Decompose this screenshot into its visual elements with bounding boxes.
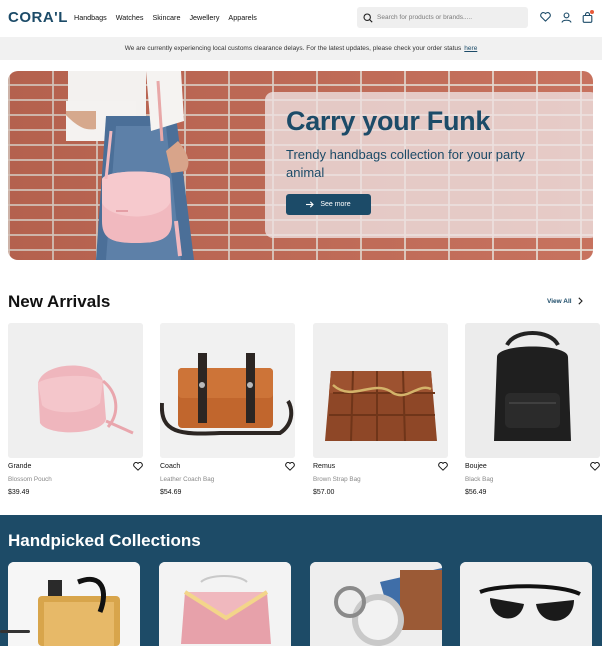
view-all-link[interactable]: View All xyxy=(547,297,583,305)
brand-logo[interactable]: CORA'L xyxy=(8,9,68,26)
carousel-scroll-indicator[interactable] xyxy=(0,630,30,633)
pink-clutch-image xyxy=(159,562,291,646)
account-button[interactable] xyxy=(560,11,572,23)
product-price: $56.49 xyxy=(465,489,487,496)
hero-banner: Carry your Funk Trendy handbags collecti… xyxy=(8,71,593,260)
product-description: Black Bag xyxy=(465,476,494,483)
product-description: Blossom Pouch xyxy=(8,476,52,483)
wishlist-button[interactable] xyxy=(539,11,551,23)
heart-icon[interactable] xyxy=(590,462,600,471)
nav-item-watches[interactable]: Watches xyxy=(116,13,144,22)
nav-item-jewellery[interactable]: Jewellery xyxy=(189,13,219,22)
product-price: $39.49 xyxy=(8,489,30,496)
product-price: $54.69 xyxy=(160,489,182,496)
pink-pouch-image xyxy=(8,323,143,458)
chevron-right-icon xyxy=(577,297,583,305)
sunglasses-image xyxy=(460,562,592,646)
product-name: Coach xyxy=(160,463,181,470)
handpicked-section: Handpicked Collections xyxy=(0,515,602,646)
header: CORA'L Handbags Watches Skincare Jewelle… xyxy=(0,0,602,37)
product-image[interactable] xyxy=(8,323,143,458)
heart-icon xyxy=(539,12,551,22)
perfume-image xyxy=(8,562,140,646)
product-name: Grande xyxy=(8,463,32,470)
main-nav: Handbags Watches Skincare Jewellery Appa… xyxy=(74,13,257,22)
nav-item-apparels[interactable]: Apparels xyxy=(228,13,256,22)
nav-item-handbags[interactable]: Handbags xyxy=(74,13,107,22)
handpicked-title: Handpicked Collections xyxy=(8,531,201,550)
heart-icon[interactable] xyxy=(133,462,143,471)
product-card[interactable]: Coach Leather Coach Bag $54.69 xyxy=(160,323,295,496)
hero-image-woman-with-handbag xyxy=(66,71,194,260)
product-name: Remus xyxy=(313,463,336,470)
collection-card-watches[interactable] xyxy=(310,562,442,646)
notice-text: We are currently experiencing local cust… xyxy=(124,45,462,52)
collection-card-handbags[interactable] xyxy=(159,562,291,646)
product-description: Brown Strap Bag xyxy=(313,476,361,483)
product-card[interactable]: Boujee Black Bag $56.49 xyxy=(465,323,600,496)
cart-button[interactable] xyxy=(581,10,594,23)
notice-bar: We are currently experiencing local cust… xyxy=(0,37,602,60)
product-price: $57.00 xyxy=(313,489,335,496)
product-name: Boujee xyxy=(465,463,487,470)
product-image[interactable] xyxy=(160,323,295,458)
hero-subtitle: Trendy handbags collection for your part… xyxy=(286,147,525,180)
see-more-button[interactable]: See more xyxy=(286,194,371,215)
arrow-right-icon xyxy=(306,201,315,208)
hero-card: Carry your Funk Trendy handbags collecti… xyxy=(265,92,593,238)
brown-strap-bag-image xyxy=(313,323,448,458)
search-icon xyxy=(363,12,373,23)
search-input[interactable] xyxy=(377,14,517,21)
product-description: Leather Coach Bag xyxy=(160,476,215,483)
collection-card-perfume[interactable] xyxy=(8,562,140,646)
cart-badge-dot xyxy=(590,10,594,14)
view-all-label: View All xyxy=(547,297,572,305)
notice-link[interactable]: here xyxy=(464,45,477,52)
hero-title: Carry your Funk xyxy=(286,106,491,136)
user-icon xyxy=(560,11,572,23)
product-image[interactable] xyxy=(465,323,600,458)
watch-image xyxy=(310,562,442,646)
heart-icon[interactable] xyxy=(438,462,448,471)
product-card[interactable]: Remus Brown Strap Bag $57.00 xyxy=(313,323,448,496)
new-arrivals-title: New Arrivals xyxy=(8,292,111,311)
collection-card-sunglasses[interactable] xyxy=(460,562,592,646)
heart-icon[interactable] xyxy=(285,462,295,471)
nav-item-skincare[interactable]: Skincare xyxy=(152,13,180,22)
product-card[interactable]: Grande Blossom Pouch $39.49 xyxy=(8,323,143,496)
leather-coach-bag-image xyxy=(160,323,295,458)
product-image[interactable] xyxy=(313,323,448,458)
search-bar[interactable] xyxy=(357,7,528,28)
black-bag-image xyxy=(465,323,600,458)
see-more-label: See more xyxy=(320,201,351,208)
